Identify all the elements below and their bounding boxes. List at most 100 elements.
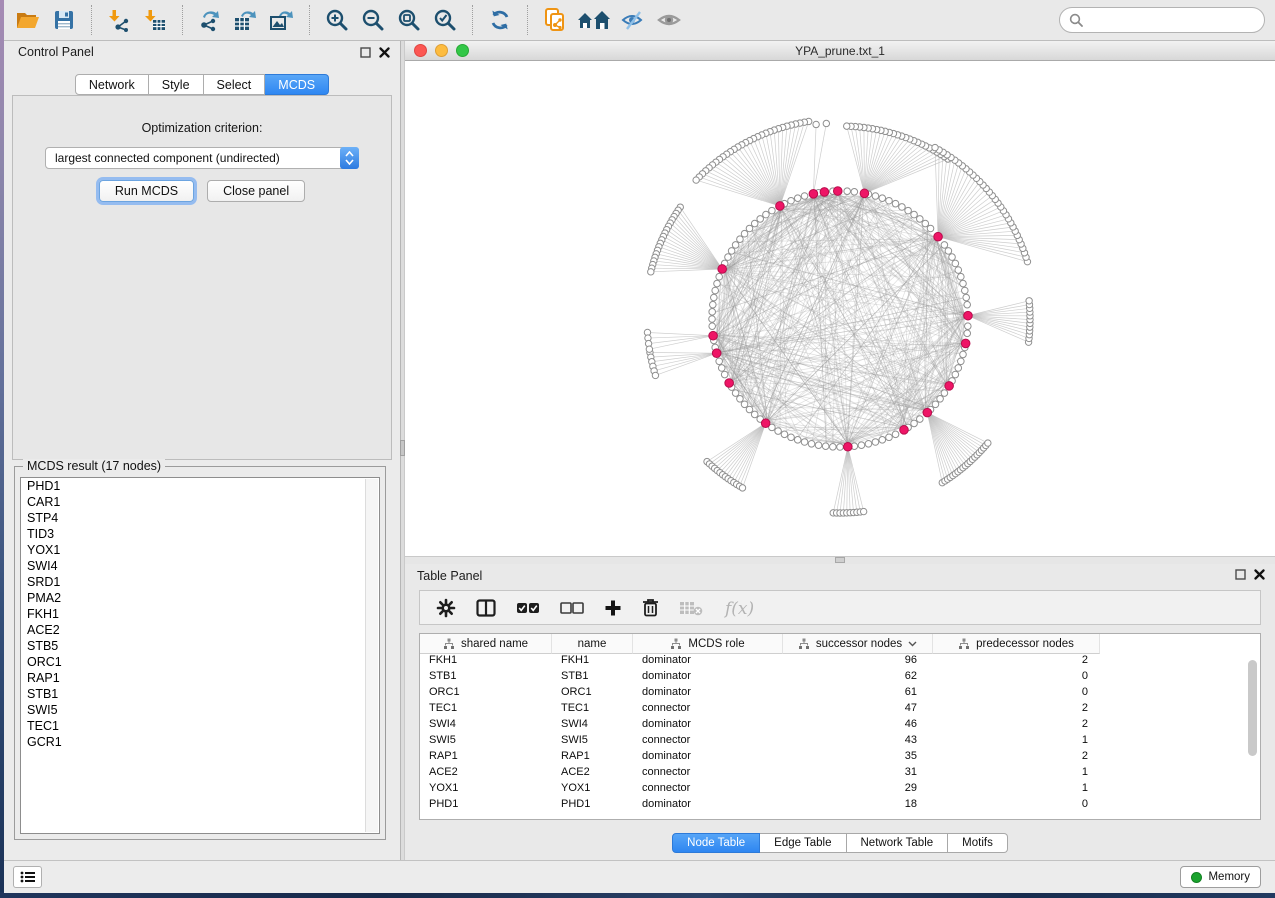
- graph-node[interactable]: [927, 225, 934, 232]
- graph-hub-node[interactable]: [776, 202, 785, 211]
- graph-leaf-node[interactable]: [648, 269, 654, 275]
- new-network-from-selection-button[interactable]: [537, 4, 573, 36]
- graph-hub-node[interactable]: [964, 311, 973, 320]
- select-all-columns-button[interactable]: [516, 602, 540, 614]
- table-cell[interactable]: 2: [933, 718, 1100, 734]
- graph-hub-node[interactable]: [725, 379, 734, 388]
- graph-node[interactable]: [769, 207, 776, 214]
- graph-node[interactable]: [952, 371, 959, 378]
- graph-node[interactable]: [851, 189, 858, 196]
- graph-node[interactable]: [801, 193, 808, 200]
- graph-leaf-node[interactable]: [844, 123, 850, 129]
- graph-node[interactable]: [746, 225, 753, 232]
- window-close-button[interactable]: [414, 44, 427, 57]
- task-history-button[interactable]: [13, 866, 42, 888]
- deselect-all-columns-button[interactable]: [560, 602, 584, 614]
- table-cell[interactable]: FKH1: [552, 654, 633, 670]
- float-panel-icon[interactable]: [1235, 569, 1246, 580]
- tab-mcds[interactable]: MCDS: [265, 74, 329, 95]
- table-cell[interactable]: 1: [933, 734, 1100, 750]
- search-box[interactable]: [1059, 7, 1265, 33]
- graph-hub-node[interactable]: [900, 426, 909, 435]
- table-settings-button[interactable]: [436, 598, 456, 618]
- column-header[interactable]: name: [552, 634, 633, 654]
- graph-hub-node[interactable]: [709, 331, 718, 340]
- graph-node[interactable]: [911, 211, 918, 218]
- graph-node[interactable]: [710, 301, 717, 308]
- create-column-button[interactable]: [604, 599, 622, 617]
- graph-node[interactable]: [872, 439, 879, 446]
- graph-node[interactable]: [960, 280, 967, 287]
- graph-leaf-node[interactable]: [860, 508, 866, 514]
- graph-node[interactable]: [941, 390, 948, 397]
- graph-node[interactable]: [964, 323, 971, 330]
- graph-node[interactable]: [732, 390, 739, 397]
- graph-node[interactable]: [741, 401, 748, 408]
- table-cell[interactable]: 62: [783, 670, 933, 686]
- mcds-result-item[interactable]: RAP1: [21, 670, 379, 686]
- graph-hub-node[interactable]: [923, 408, 932, 417]
- graph-node[interactable]: [964, 301, 971, 308]
- table-cell[interactable]: 0: [933, 686, 1100, 702]
- graph-node[interactable]: [794, 195, 801, 202]
- table-cell[interactable]: 2: [933, 702, 1100, 718]
- graph-hub-node[interactable]: [761, 419, 770, 428]
- zoom-out-button[interactable]: [355, 4, 391, 36]
- graph-node[interactable]: [712, 287, 719, 294]
- table-cell[interactable]: YOX1: [552, 782, 633, 798]
- mcds-result-item[interactable]: SRD1: [21, 574, 379, 590]
- graph-leaf-node[interactable]: [652, 372, 658, 378]
- graph-node[interactable]: [905, 207, 912, 214]
- graph-node[interactable]: [815, 442, 822, 449]
- graph-node[interactable]: [808, 440, 815, 447]
- graph-node[interactable]: [952, 260, 959, 267]
- horizontal-split-divider[interactable]: [405, 556, 1275, 564]
- graph-leaf-node[interactable]: [985, 440, 991, 446]
- graph-node[interactable]: [964, 330, 971, 337]
- graph-node[interactable]: [746, 406, 753, 413]
- graph-node[interactable]: [844, 188, 851, 195]
- graph-node[interactable]: [879, 195, 886, 202]
- tab-motifs[interactable]: Motifs: [948, 833, 1008, 853]
- graph-node[interactable]: [960, 351, 967, 358]
- mcds-result-item[interactable]: YOX1: [21, 542, 379, 558]
- table-cell[interactable]: ORC1: [552, 686, 633, 702]
- import-table-button[interactable]: [137, 4, 173, 36]
- table-row[interactable]: TEC1TEC1connector472: [420, 702, 1260, 718]
- graph-hub-node[interactable]: [860, 189, 869, 198]
- table-cell[interactable]: YOX1: [420, 782, 552, 798]
- mcds-result-item[interactable]: STP4: [21, 510, 379, 526]
- table-cell[interactable]: PHD1: [420, 798, 552, 814]
- mcds-result-list[interactable]: PHD1CAR1STP4TID3YOX1SWI4SRD1PMA2FKH1ACE2…: [20, 477, 380, 834]
- graph-node[interactable]: [899, 204, 906, 211]
- graph-node[interactable]: [945, 248, 952, 255]
- graph-node[interactable]: [714, 280, 721, 287]
- graph-node[interactable]: [937, 396, 944, 403]
- table-cell[interactable]: dominator: [633, 718, 783, 734]
- close-panel-button[interactable]: Close panel: [207, 180, 305, 202]
- graph-node[interactable]: [822, 443, 829, 450]
- graph-node[interactable]: [794, 437, 801, 444]
- table-cell[interactable]: 61: [783, 686, 933, 702]
- graph-node[interactable]: [781, 431, 788, 438]
- graph-node[interactable]: [941, 242, 948, 249]
- graph-node[interactable]: [721, 371, 728, 378]
- mcds-result-item[interactable]: SWI5: [21, 702, 379, 718]
- table-row[interactable]: FKH1FKH1dominator962: [420, 654, 1260, 670]
- table-cell[interactable]: 1: [933, 766, 1100, 782]
- tab-edge-table[interactable]: Edge Table: [760, 833, 846, 853]
- graph-leaf-node[interactable]: [693, 177, 699, 183]
- table-cell[interactable]: SWI4: [552, 718, 633, 734]
- table-cell[interactable]: SWI4: [420, 718, 552, 734]
- graph-node[interactable]: [788, 197, 795, 204]
- graph-node[interactable]: [709, 323, 716, 330]
- hide-selected-button[interactable]: [615, 4, 651, 36]
- graph-node[interactable]: [763, 211, 770, 218]
- graph-node[interactable]: [961, 287, 968, 294]
- table-row[interactable]: SWI4SWI4dominator462: [420, 718, 1260, 734]
- graph-node[interactable]: [711, 294, 718, 301]
- graph-leaf-node[interactable]: [813, 121, 819, 127]
- tab-network-table[interactable]: Network Table: [847, 833, 949, 853]
- mcds-result-item[interactable]: CAR1: [21, 494, 379, 510]
- graph-node[interactable]: [788, 434, 795, 441]
